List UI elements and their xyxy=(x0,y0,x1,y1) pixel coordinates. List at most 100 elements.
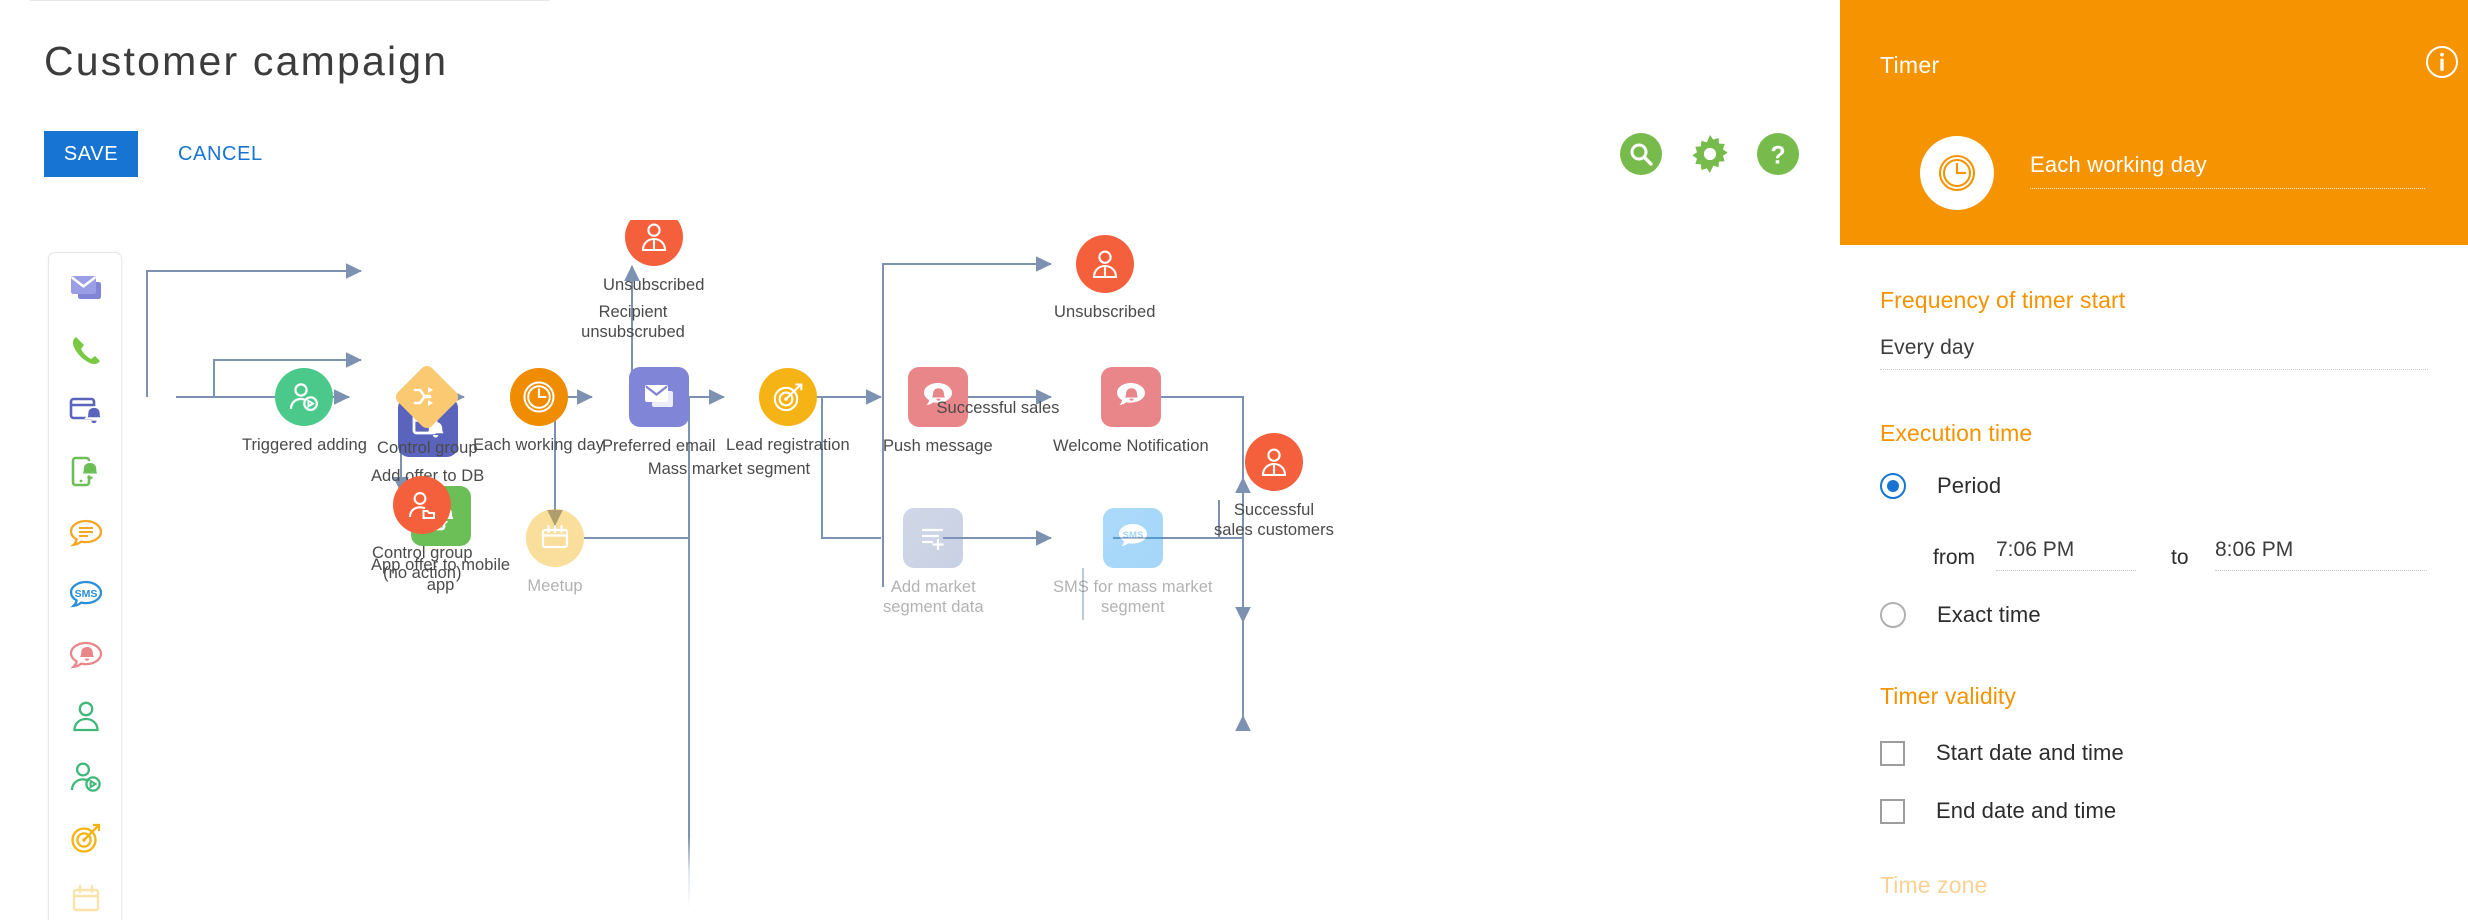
phone-call-icon xyxy=(72,337,100,365)
node-label: Add market segment data xyxy=(883,578,984,617)
calendar-icon xyxy=(72,884,100,912)
sidebar-item-event[interactable] xyxy=(60,873,112,920)
info-icon[interactable] xyxy=(2425,45,2459,79)
checkbox-end-date-label: End date and time xyxy=(1936,798,2117,823)
radio-period[interactable]: Period xyxy=(1880,473,2001,499)
checkbox-start-date[interactable]: Start date and time xyxy=(1880,740,2124,766)
checkbox-start-date-label: Start date and time xyxy=(1936,740,2124,765)
node-preferred-email[interactable]: Preferred email xyxy=(602,367,716,456)
timer-clock-icon xyxy=(1938,154,1976,192)
from-label: from xyxy=(1933,546,1975,569)
checkbox-end-date[interactable]: End date and time xyxy=(1880,798,2116,824)
node-label: Unsubscribed xyxy=(1054,303,1156,321)
target-goal-icon xyxy=(773,383,803,412)
contact-add-icon xyxy=(290,383,319,411)
sms-icon: SMS xyxy=(1118,524,1147,547)
node-triggered-adding[interactable]: Triggered adding xyxy=(242,368,367,455)
sidebar-item-push-message[interactable] xyxy=(60,629,112,681)
node-sms-mass-market[interactable]: SMS SMS for mass market segment xyxy=(1053,508,1213,617)
edge-label-successful-sales: Successful sales xyxy=(936,399,1060,417)
svg-text:?: ? xyxy=(1770,142,1785,170)
sidebar-item-sms[interactable]: SMS xyxy=(60,568,112,620)
node-each-working-day[interactable]: Each working day xyxy=(473,368,604,455)
radio-exact-time-label: Exact time xyxy=(1937,602,2041,627)
node-label: Push message xyxy=(883,437,993,455)
gear-icon[interactable] xyxy=(1689,133,1731,175)
node-unsubscribed-1[interactable]: Unsubscribed xyxy=(603,220,705,295)
person-icon xyxy=(1092,250,1117,279)
page-title: Customer campaign xyxy=(44,38,449,84)
node-shape xyxy=(393,363,462,431)
panel-header xyxy=(1840,0,2468,245)
node-add-market-segment[interactable]: Add market segment data xyxy=(883,508,984,617)
save-button[interactable]: SAVE xyxy=(44,131,138,177)
node-shape xyxy=(393,476,452,534)
to-time-input[interactable] xyxy=(2215,538,2427,571)
node-meetup[interactable]: Meetup xyxy=(526,509,584,596)
node-shape xyxy=(526,509,584,567)
node-shape xyxy=(1244,433,1303,491)
node-label: Meetup xyxy=(527,577,583,595)
timezone-section-title: Time zone xyxy=(1880,872,1988,898)
edge-label-recipient-unsubscrubed: Recipient unsubscrubed xyxy=(581,303,685,342)
node-label: Triggered adding xyxy=(242,436,367,454)
node-shape xyxy=(624,220,683,266)
sidebar-item-browser-push[interactable] xyxy=(60,385,112,437)
search-icon[interactable] xyxy=(1620,133,1662,175)
node-label: Each working day xyxy=(473,436,605,454)
node-control-group[interactable]: Control group xyxy=(377,363,478,458)
radio-exact-time[interactable]: Exact time xyxy=(1880,602,2041,628)
app-root: Customer campaign SAVE CANCEL ? SMS Add … xyxy=(0,0,2468,920)
timer-clock-icon xyxy=(523,381,555,413)
timer-settings-panel: Timer Frequency of timer start Exe xyxy=(1840,0,2468,920)
shuffle-icon xyxy=(414,387,434,406)
node-shape xyxy=(275,368,334,426)
node-unsubscribed-2[interactable]: Unsubscribed xyxy=(1054,235,1156,322)
push-bell-chat-icon xyxy=(1116,383,1145,406)
sidebar-item-chat-message[interactable] xyxy=(60,507,112,559)
calendar-icon xyxy=(541,524,569,549)
push-bell-chat-icon xyxy=(69,641,103,669)
channel-rail: SMS xyxy=(48,252,122,920)
email-icon xyxy=(71,276,101,299)
node-successful-sales-customers[interactable]: Successful sales customers xyxy=(1214,433,1334,540)
node-lead-registration[interactable]: Lead registration xyxy=(726,368,850,455)
svg-text:SMS: SMS xyxy=(1122,530,1143,541)
timer-name-input[interactable] xyxy=(2030,152,2425,189)
node-shape xyxy=(1075,235,1134,293)
frequency-input[interactable] xyxy=(1880,336,2428,370)
sms-icon: SMS xyxy=(69,580,103,608)
sidebar-item-call[interactable] xyxy=(60,324,112,376)
sidebar-item-mobile-push[interactable] xyxy=(60,446,112,498)
sidebar-item-email[interactable] xyxy=(60,263,112,315)
checkbox-end-date-box xyxy=(1880,798,1905,824)
person-icon xyxy=(641,223,666,252)
mobile-push-icon xyxy=(71,456,101,487)
sidebar-item-contact[interactable] xyxy=(60,690,112,742)
node-shape: SMS xyxy=(1102,508,1163,568)
node-label: Successful sales customers xyxy=(1214,501,1334,540)
node-control-group-no-action[interactable]: Control group (no action) xyxy=(372,476,473,583)
list-add-icon xyxy=(922,528,944,550)
top-divider xyxy=(30,0,550,1)
sidebar-item-add-contact[interactable] xyxy=(60,751,112,803)
node-label: Welcome Notification xyxy=(1053,437,1209,455)
radio-period-indicator xyxy=(1880,473,1906,499)
node-label: Control group xyxy=(377,439,478,457)
edge-label-mass-market-segment: Mass market segment xyxy=(647,460,811,478)
avatar xyxy=(1920,136,1994,210)
radio-exact-time-indicator xyxy=(1880,602,1906,628)
checkbox-start-date-box xyxy=(1880,740,1905,766)
cancel-button[interactable]: CANCEL xyxy=(178,131,263,177)
contact-icon xyxy=(73,701,99,732)
target-goal-icon xyxy=(71,823,101,853)
from-time-input[interactable] xyxy=(1996,538,2136,571)
validity-section-title: Timer validity xyxy=(1880,683,2017,709)
panel-title: Timer xyxy=(1880,52,1940,78)
node-label: Preferred email xyxy=(602,437,716,455)
node-shape xyxy=(1100,367,1161,427)
sidebar-item-goal[interactable] xyxy=(60,812,112,864)
help-icon[interactable]: ? xyxy=(1757,133,1799,175)
node-label: Lead registration xyxy=(726,436,850,454)
workflow-canvas[interactable]: Add offer to DB App offer to mobile app xyxy=(124,220,1840,920)
